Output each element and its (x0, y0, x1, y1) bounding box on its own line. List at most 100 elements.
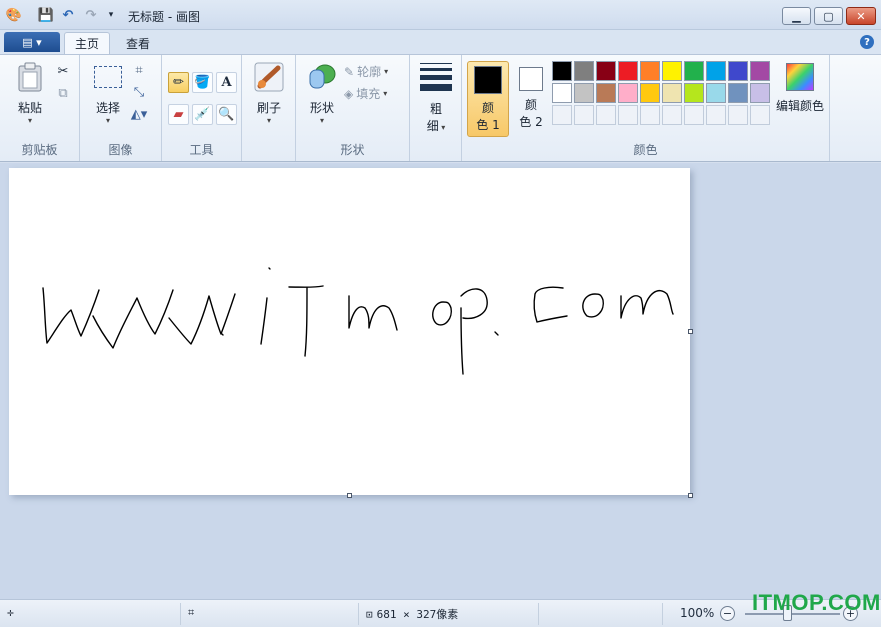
pencil-icon[interactable]: ✏ (168, 72, 189, 93)
palette-swatch[interactable] (596, 83, 616, 103)
palette-swatch[interactable] (574, 83, 594, 103)
fill-bucket-icon[interactable]: 🪣 (192, 72, 213, 93)
palette-custom-slot[interactable] (706, 105, 726, 125)
handwritten-drawing (42, 267, 674, 375)
palette-custom-slot[interactable] (684, 105, 704, 125)
window-title: 无标题 - 画图 (128, 10, 200, 24)
size-label-line1: 粗 (429, 102, 442, 116)
palette-swatch[interactable] (706, 83, 726, 103)
save-icon[interactable]: 💾 (38, 7, 54, 23)
resize-icon[interactable]: ⤡ (130, 83, 148, 101)
redo-icon[interactable]: ↷ (83, 7, 99, 23)
select-label: 选择 (95, 101, 120, 115)
brushes-group: 刷子 ▾ (242, 55, 296, 161)
palette-swatch[interactable] (706, 61, 726, 81)
select-button[interactable]: 选择 ▾ (88, 61, 128, 125)
size-button[interactable]: 粗 细 ▾ (418, 63, 454, 134)
brushes-button[interactable]: 刷子 ▾ (251, 61, 287, 125)
shapes-label: 形状 (309, 101, 334, 115)
palette-swatch[interactable] (596, 61, 616, 81)
canvas-size-icon: ⊡ (366, 607, 373, 621)
palette-swatch[interactable] (552, 61, 572, 81)
color1-swatch (474, 66, 502, 94)
fill-button[interactable]: ◈ 填充 ▾ (344, 85, 387, 102)
quick-access-dropdown-icon[interactable]: ▾ (103, 7, 119, 23)
watermark-logo: ITMOP.COM (752, 590, 881, 615)
paste-label: 粘贴 (17, 101, 42, 115)
status-separator (538, 603, 539, 625)
palette-custom-slot[interactable] (640, 105, 660, 125)
maximize-button[interactable]: ▢ (814, 7, 843, 25)
color2-swatch (519, 67, 543, 91)
ribbon-tab-row: ▤ ▾ 主页 查看 ? (0, 30, 881, 54)
edit-colors-label: 编辑颜色 (775, 99, 824, 113)
canvas-size-display: ⊡ 681 × 327像素 (366, 606, 458, 622)
color1-button[interactable]: 颜 色 1 (467, 61, 509, 137)
magnifier-icon[interactable]: 🔍 (216, 104, 237, 125)
outline-button[interactable]: ✎ 轮廓 ▾ (344, 63, 388, 80)
text-tool-icon[interactable]: A (216, 72, 237, 93)
line-width-icon (420, 63, 452, 91)
cut-icon[interactable]: ✂ (54, 62, 72, 80)
palette-custom-slot[interactable] (574, 105, 594, 125)
palette-swatch[interactable] (640, 83, 660, 103)
outline-icon: ✎ (344, 64, 355, 79)
resize-handle-corner[interactable] (688, 493, 693, 498)
status-separator (358, 603, 359, 625)
resize-handle-right[interactable] (688, 329, 693, 334)
chevron-down-icon: ▾ (105, 116, 110, 125)
chevron-down-icon: ▾ (27, 116, 32, 125)
shapes-button[interactable]: 形状 ▾ (304, 61, 340, 125)
color-picker-icon[interactable]: 💉 (192, 104, 213, 125)
drawing-canvas[interactable] (9, 168, 690, 495)
image-group-label: 图像 (108, 143, 133, 157)
colors-group: 颜 色 1 颜 色 2 编辑颜色 颜色 (462, 55, 830, 161)
palette-swatch[interactable] (728, 61, 748, 81)
select-rectangle-icon (92, 61, 124, 93)
resize-handle-bottom[interactable] (347, 493, 352, 498)
tab-view[interactable]: 查看 (116, 32, 160, 54)
chevron-down-icon: ▾ (384, 67, 389, 76)
palette-swatch[interactable] (728, 83, 748, 103)
edit-colors-button[interactable]: 编辑颜色 (772, 61, 828, 114)
color2-button[interactable]: 颜 色 2 (510, 61, 552, 137)
palette-swatch[interactable] (662, 61, 682, 81)
tab-home[interactable]: 主页 (64, 32, 111, 54)
crop-icon[interactable]: ⌗ (130, 61, 148, 79)
paint-app-icon[interactable]: 🎨 (6, 7, 22, 23)
palette-custom-slot[interactable] (750, 105, 770, 125)
palette-swatch[interactable] (574, 61, 594, 81)
eraser-icon[interactable]: ▰ (168, 104, 189, 125)
chevron-down-icon: ▾ (383, 89, 388, 98)
palette-custom-slot[interactable] (552, 105, 572, 125)
palette-swatch[interactable] (640, 61, 660, 81)
zoom-level: 100% (680, 606, 715, 620)
color2-label-line2: 色 2 (519, 115, 543, 129)
copy-icon[interactable]: ⧉ (54, 84, 72, 102)
palette-swatch[interactable] (750, 61, 770, 81)
palette-swatch[interactable] (552, 83, 572, 103)
palette-custom-slot[interactable] (662, 105, 682, 125)
close-button[interactable]: ✕ (846, 7, 876, 25)
canvas-size-text: 681 × 327像素 (376, 608, 459, 621)
paste-button[interactable]: 粘贴 ▾ (12, 61, 48, 125)
palette-custom-slot[interactable] (596, 105, 616, 125)
rotate-icon[interactable]: ◭▾ (130, 105, 148, 123)
paint-menu-button[interactable]: ▤ ▾ (4, 32, 60, 52)
outline-label: 轮廓 (357, 65, 382, 79)
palette-custom-slot[interactable] (728, 105, 748, 125)
palette-swatch[interactable] (750, 83, 770, 103)
palette-swatch[interactable] (662, 83, 682, 103)
palette-swatch[interactable] (618, 61, 638, 81)
help-icon[interactable]: ? (860, 35, 874, 49)
minimize-button[interactable]: ▁ (782, 7, 811, 25)
menu-icon: ▤ ▾ (22, 35, 42, 49)
zoom-out-icon[interactable]: − (720, 606, 735, 621)
brush-icon (253, 61, 285, 93)
undo-icon[interactable]: ↶ (60, 7, 76, 23)
palette-custom-slot[interactable] (618, 105, 638, 125)
status-bar: ✛ ⌗ ⊡ 681 × 327像素 100% − + (0, 599, 881, 627)
palette-swatch[interactable] (684, 61, 704, 81)
palette-swatch[interactable] (618, 83, 638, 103)
palette-swatch[interactable] (684, 83, 704, 103)
